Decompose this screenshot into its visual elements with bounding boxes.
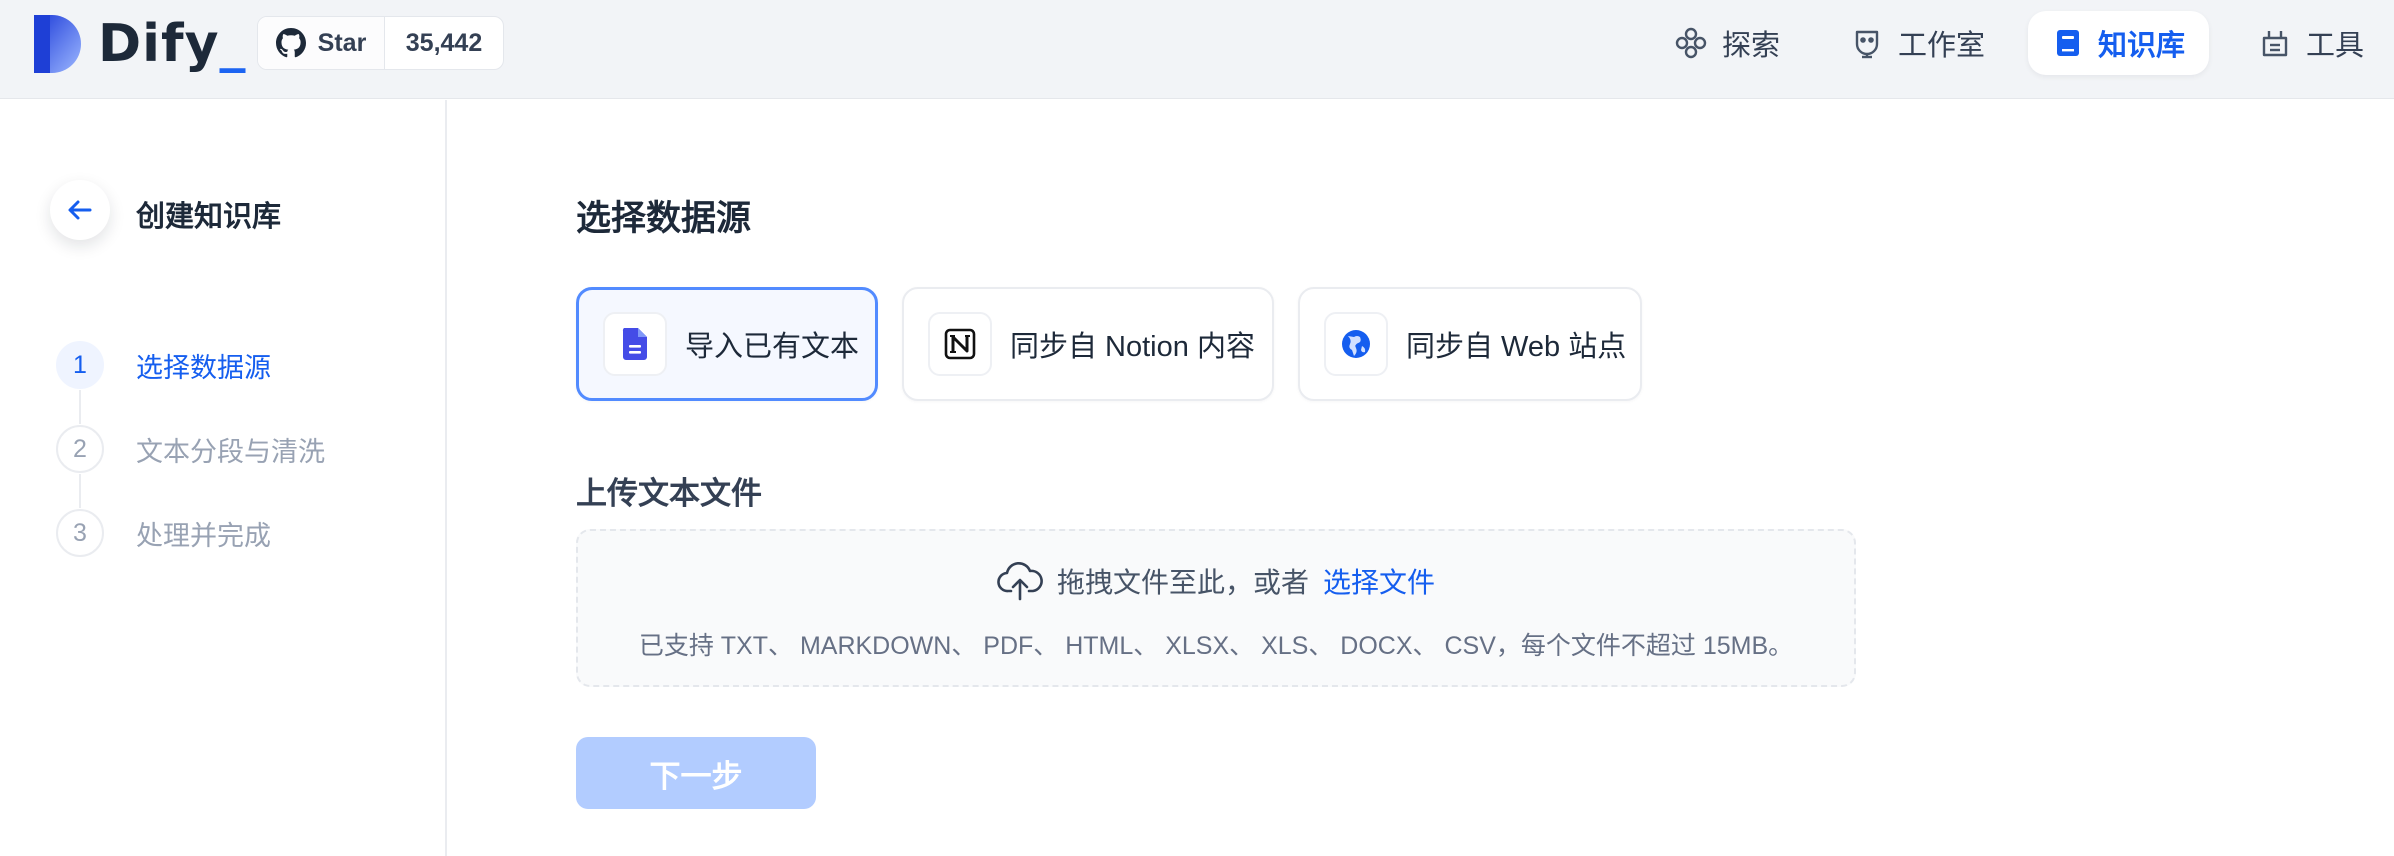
select-file-link[interactable]: 选择文件 — [1323, 561, 1435, 601]
step-number: 1 — [56, 341, 104, 389]
step-connector — [79, 390, 81, 424]
tools-icon — [2262, 31, 2288, 57]
dify-logo[interactable]: Dify_ — [34, 14, 247, 74]
nav-knowledge[interactable]: 知识库 — [2028, 11, 2210, 75]
source-label: 导入已有文本 — [685, 331, 860, 363]
source-label: 同步自 Web 站点 — [1406, 331, 1627, 363]
logo-text: Dify_ — [98, 14, 247, 74]
page-title: 选择数据源 — [576, 199, 752, 238]
source-label: 同步自 Notion 内容 — [1010, 331, 1255, 363]
nav-knowledge-label: 知识库 — [2098, 30, 2186, 62]
nav-explore[interactable]: 探索 — [1650, 11, 1804, 75]
dropzone-text: 拖拽文件至此，或者 — [1056, 567, 1309, 598]
upload-cloud-icon — [997, 561, 1043, 601]
file-icon — [603, 312, 667, 376]
explore-icon — [1675, 27, 1707, 59]
github-star-widget[interactable]: Star 35,442 — [257, 16, 504, 70]
supported-formats-text: 已支持 TXT、 MARKDOWN、 PDF、 HTML、 XLSX、 XLS、… — [638, 632, 1794, 660]
nav-studio[interactable]: 工作室 — [1826, 11, 2009, 75]
nav-studio-label: 工作室 — [1898, 30, 1986, 62]
step-label: 文本分段与清洗 — [136, 436, 325, 467]
step-2: 2 文本分段与清洗 — [56, 424, 325, 474]
step-1: 1 选择数据源 — [56, 340, 271, 390]
dify-logo-mark-icon — [34, 15, 81, 73]
arrow-left-icon — [68, 200, 92, 220]
step-number: 3 — [56, 509, 104, 557]
top-header: Dify_ Star 35,442 探索 工作室 知识库 工具 — [0, 0, 2394, 99]
step-3: 3 处理并完成 — [56, 508, 271, 558]
source-notion[interactable]: 同步自 Notion 内容 — [902, 287, 1274, 401]
sidebar-title: 创建知识库 — [136, 201, 282, 233]
github-star-button[interactable]: Star — [258, 17, 385, 69]
nav-explore-label: 探索 — [1722, 30, 1781, 62]
upload-section-title: 上传文本文件 — [576, 476, 762, 511]
nav-tools[interactable]: 工具 — [2234, 11, 2388, 75]
github-star-count[interactable]: 35,442 — [385, 17, 503, 69]
robot-icon — [1855, 30, 1879, 59]
back-button[interactable] — [50, 180, 110, 240]
globe-icon — [1324, 312, 1388, 376]
steps-sidebar: 创建知识库 1 选择数据源 2 文本分段与清洗 3 处理并完成 — [0, 100, 447, 856]
step-label: 处理并完成 — [136, 520, 271, 551]
dropzone-prompt: 拖拽文件至此，或者 选择文件 — [578, 561, 1854, 601]
github-icon — [275, 28, 306, 58]
nav-tools-label: 工具 — [2306, 30, 2365, 62]
next-step-button[interactable]: 下一步 — [576, 737, 816, 809]
book-icon — [2057, 30, 2079, 56]
github-star-label: Star — [317, 28, 367, 57]
file-dropzone[interactable]: 拖拽文件至此，或者 选择文件 已支持 TXT、 MARKDOWN、 PDF、 H… — [576, 529, 1856, 687]
step-connector — [79, 474, 81, 508]
notion-icon — [928, 312, 992, 376]
source-web[interactable]: 同步自 Web 站点 — [1298, 287, 1642, 401]
step-label: 选择数据源 — [136, 352, 271, 383]
source-import-text[interactable]: 导入已有文本 — [576, 287, 878, 401]
step-number: 2 — [56, 425, 104, 473]
